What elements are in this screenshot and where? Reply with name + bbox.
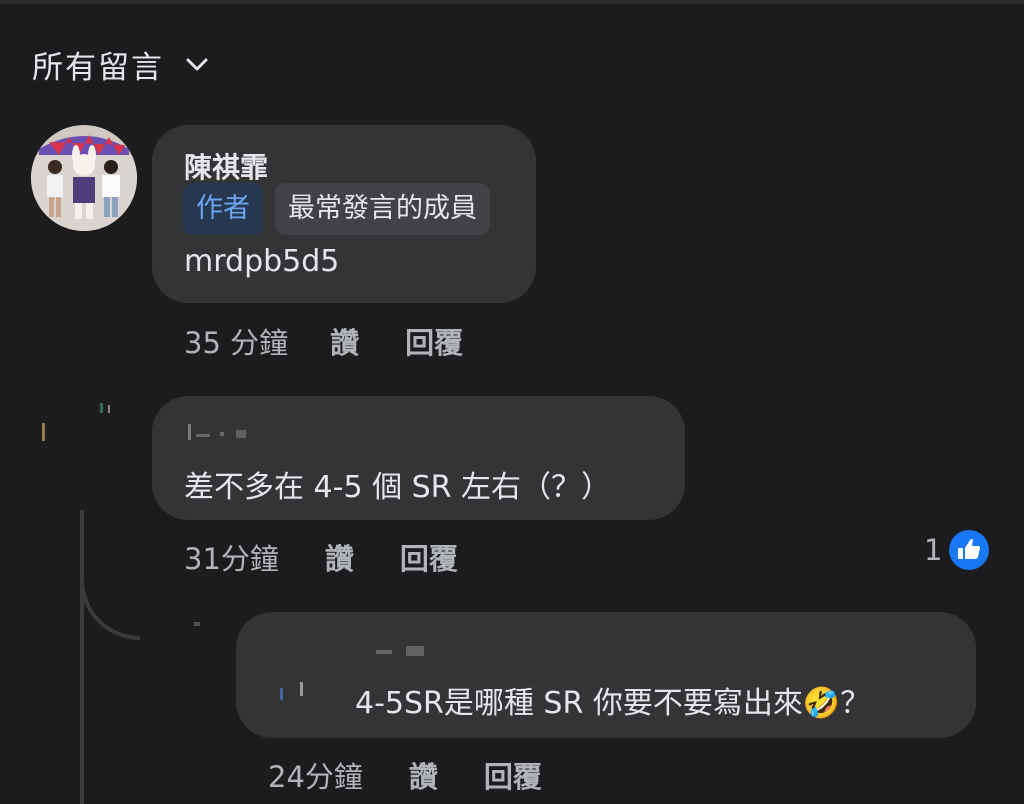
author-name-redacted bbox=[188, 424, 246, 440]
like-thumbs-up-icon bbox=[949, 530, 990, 570]
comment-text: 4-5SR是哪種 SR 你要不要寫出來🤣？ bbox=[355, 686, 871, 721]
avatar[interactable] bbox=[150, 590, 234, 674]
avatar[interactable] bbox=[26, 385, 138, 497]
comment-timestamp[interactable]: 31分鐘 bbox=[184, 536, 279, 578]
comment-sort-dropdown[interactable]: 所有留言 bbox=[32, 42, 208, 87]
comment-author[interactable]: 陳祺霏 bbox=[184, 146, 268, 186]
comment-timestamp[interactable]: 35 分鐘 bbox=[184, 320, 288, 362]
comment-text: mrdpb5d5 bbox=[184, 244, 340, 279]
thread-line bbox=[80, 570, 140, 640]
like-button[interactable]: 讚 bbox=[325, 536, 354, 578]
sort-label: 所有留言 bbox=[32, 50, 164, 86]
reply-button[interactable]: 回覆 bbox=[400, 536, 458, 578]
like-button[interactable]: 讚 bbox=[330, 320, 359, 362]
comment-actions: 35 分鐘 讚 回覆 bbox=[184, 320, 463, 362]
avatar[interactable] bbox=[31, 125, 137, 231]
comment-text: 差不多在 4-5 個 SR 左右（？） bbox=[184, 470, 612, 505]
reply-button[interactable]: 回覆 bbox=[405, 320, 463, 362]
like-button[interactable]: 讚 bbox=[409, 754, 438, 796]
reaction-summary[interactable]: 1 bbox=[924, 529, 990, 571]
reply-button[interactable]: 回覆 bbox=[484, 754, 542, 796]
reaction-count: 1 bbox=[924, 533, 943, 567]
comment-actions: 24分鐘 讚 回覆 bbox=[268, 754, 542, 796]
top-divider bbox=[0, 0, 1024, 4]
comment-timestamp[interactable]: 24分鐘 bbox=[268, 754, 363, 796]
thread-line bbox=[80, 510, 84, 804]
top-contributor-badge: 最常發言的成員 bbox=[275, 183, 490, 235]
chevron-down-icon bbox=[186, 58, 208, 70]
comment-actions: 31分鐘 讚 回覆 bbox=[184, 536, 458, 578]
author-badge: 作者 bbox=[183, 183, 263, 235]
